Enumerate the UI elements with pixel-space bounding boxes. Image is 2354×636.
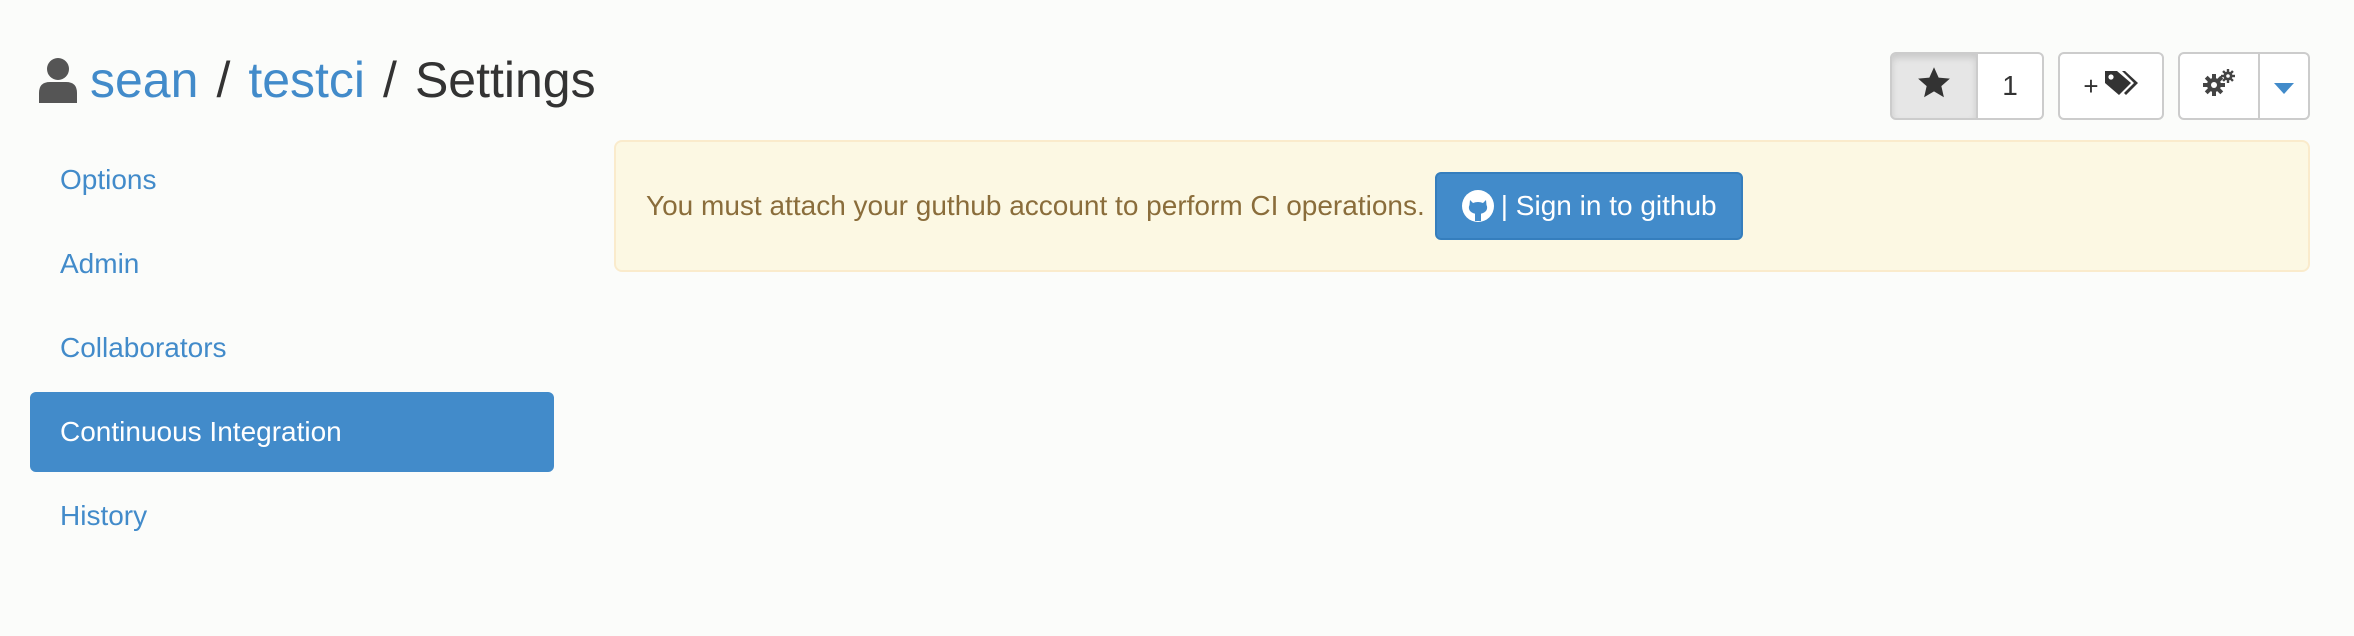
settings-dropdown-toggle[interactable] — [2260, 52, 2310, 120]
page-title: Settings — [414, 52, 596, 108]
tags-icon — [2103, 68, 2139, 105]
plus-symbol: + — [2083, 70, 2099, 101]
add-tag-button[interactable]: + — [2058, 52, 2164, 120]
alert-message: You must attach your guthub account to p… — [646, 190, 1425, 221]
sidebar-item-history[interactable]: History — [30, 476, 554, 556]
star-count[interactable]: 1 — [1978, 52, 2044, 120]
tag-button-group: + — [2058, 52, 2164, 120]
breadcrumb: sean / testci / Settings — [38, 44, 596, 116]
breadcrumb-separator: / — [216, 52, 231, 108]
sign-in-github-button[interactable]: | Sign in to github — [1434, 172, 1743, 240]
sidebar-item-admin[interactable]: Admin — [30, 224, 554, 304]
settings-button[interactable] — [2178, 52, 2260, 120]
star-count-value: 1 — [2002, 70, 2018, 101]
settings-sidebar: Options Admin Collaborators Continuous I… — [30, 140, 554, 560]
warning-alert: You must attach your guthub account to p… — [614, 140, 2310, 272]
gears-icon — [2202, 68, 2236, 105]
star-button-group: 1 — [1890, 52, 2044, 120]
user-icon — [38, 57, 78, 103]
sidebar-item-options[interactable]: Options — [30, 140, 554, 220]
github-icon — [1461, 189, 1495, 223]
breadcrumb-separator: / — [383, 52, 397, 108]
settings-button-group — [2178, 52, 2310, 120]
star-button[interactable] — [1890, 52, 1978, 120]
settings-page: sean / testci / Settings 1 + Options Adm… — [0, 0, 2354, 636]
star-icon — [1916, 65, 1952, 108]
sign-in-github-label: | Sign in to github — [1500, 190, 1717, 221]
breadcrumb-repo-link[interactable]: testci — [248, 44, 365, 116]
sidebar-item-collaborators[interactable]: Collaborators — [30, 308, 554, 388]
caret-down-icon — [2273, 70, 2295, 102]
sidebar-item-continuous-integration[interactable]: Continuous Integration — [30, 392, 554, 472]
breadcrumb-user-link[interactable]: sean — [90, 44, 198, 116]
